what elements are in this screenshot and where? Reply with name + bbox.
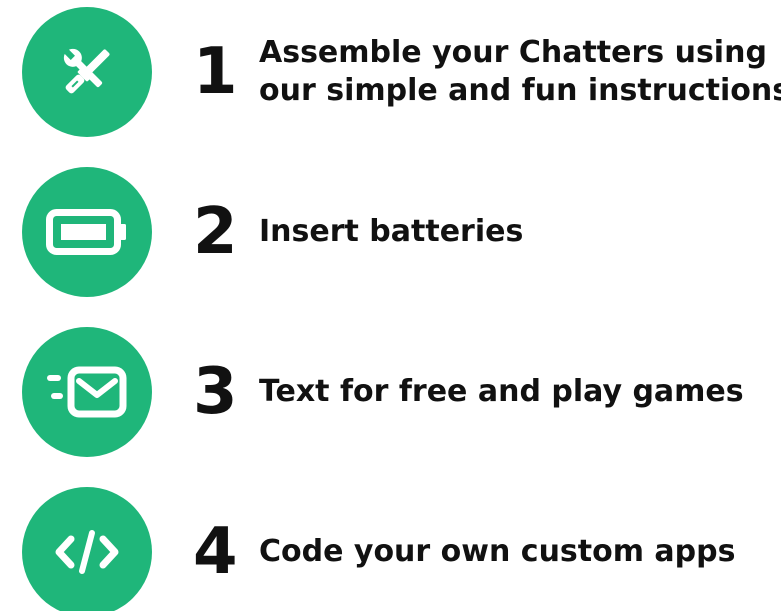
step-2-badge: [22, 167, 152, 297]
step-4-number: 4: [193, 515, 238, 589]
step-1-label: Assemble your Chatters using our simple …: [259, 7, 781, 137]
step-2-label-line-1: Insert batteries: [259, 214, 524, 249]
message-icon: [45, 365, 129, 419]
battery-icon: [46, 209, 128, 255]
step-1-label-line-2: our simple and fun instructions: [259, 73, 781, 108]
step-1: 1 Assemble your Chatters using our simpl…: [0, 7, 781, 137]
step-3: 3 Text for free and play games: [0, 327, 781, 457]
step-4: 4 Code your own custom apps: [0, 487, 781, 611]
step-3-badge: [22, 327, 152, 457]
step-2-label: Insert batteries: [259, 167, 774, 297]
step-1-badge: [22, 7, 152, 137]
step-1-number: 1: [193, 35, 238, 109]
tools-icon: [56, 41, 118, 103]
step-4-badge: [22, 487, 152, 611]
step-4-label-line-1: Code your own custom apps: [259, 534, 736, 569]
step-1-label-line-1: Assemble your Chatters using: [259, 35, 767, 70]
step-3-number: 3: [193, 355, 238, 429]
step-4-label: Code your own custom apps: [259, 487, 774, 611]
step-3-label: Text for free and play games: [259, 327, 774, 457]
steps-list: 1 Assemble your Chatters using our simpl…: [0, 0, 781, 611]
code-icon: [55, 529, 119, 575]
step-2-number: 2: [193, 195, 238, 269]
step-3-label-line-1: Text for free and play games: [259, 374, 744, 409]
step-2: 2 Insert batteries: [0, 167, 781, 297]
